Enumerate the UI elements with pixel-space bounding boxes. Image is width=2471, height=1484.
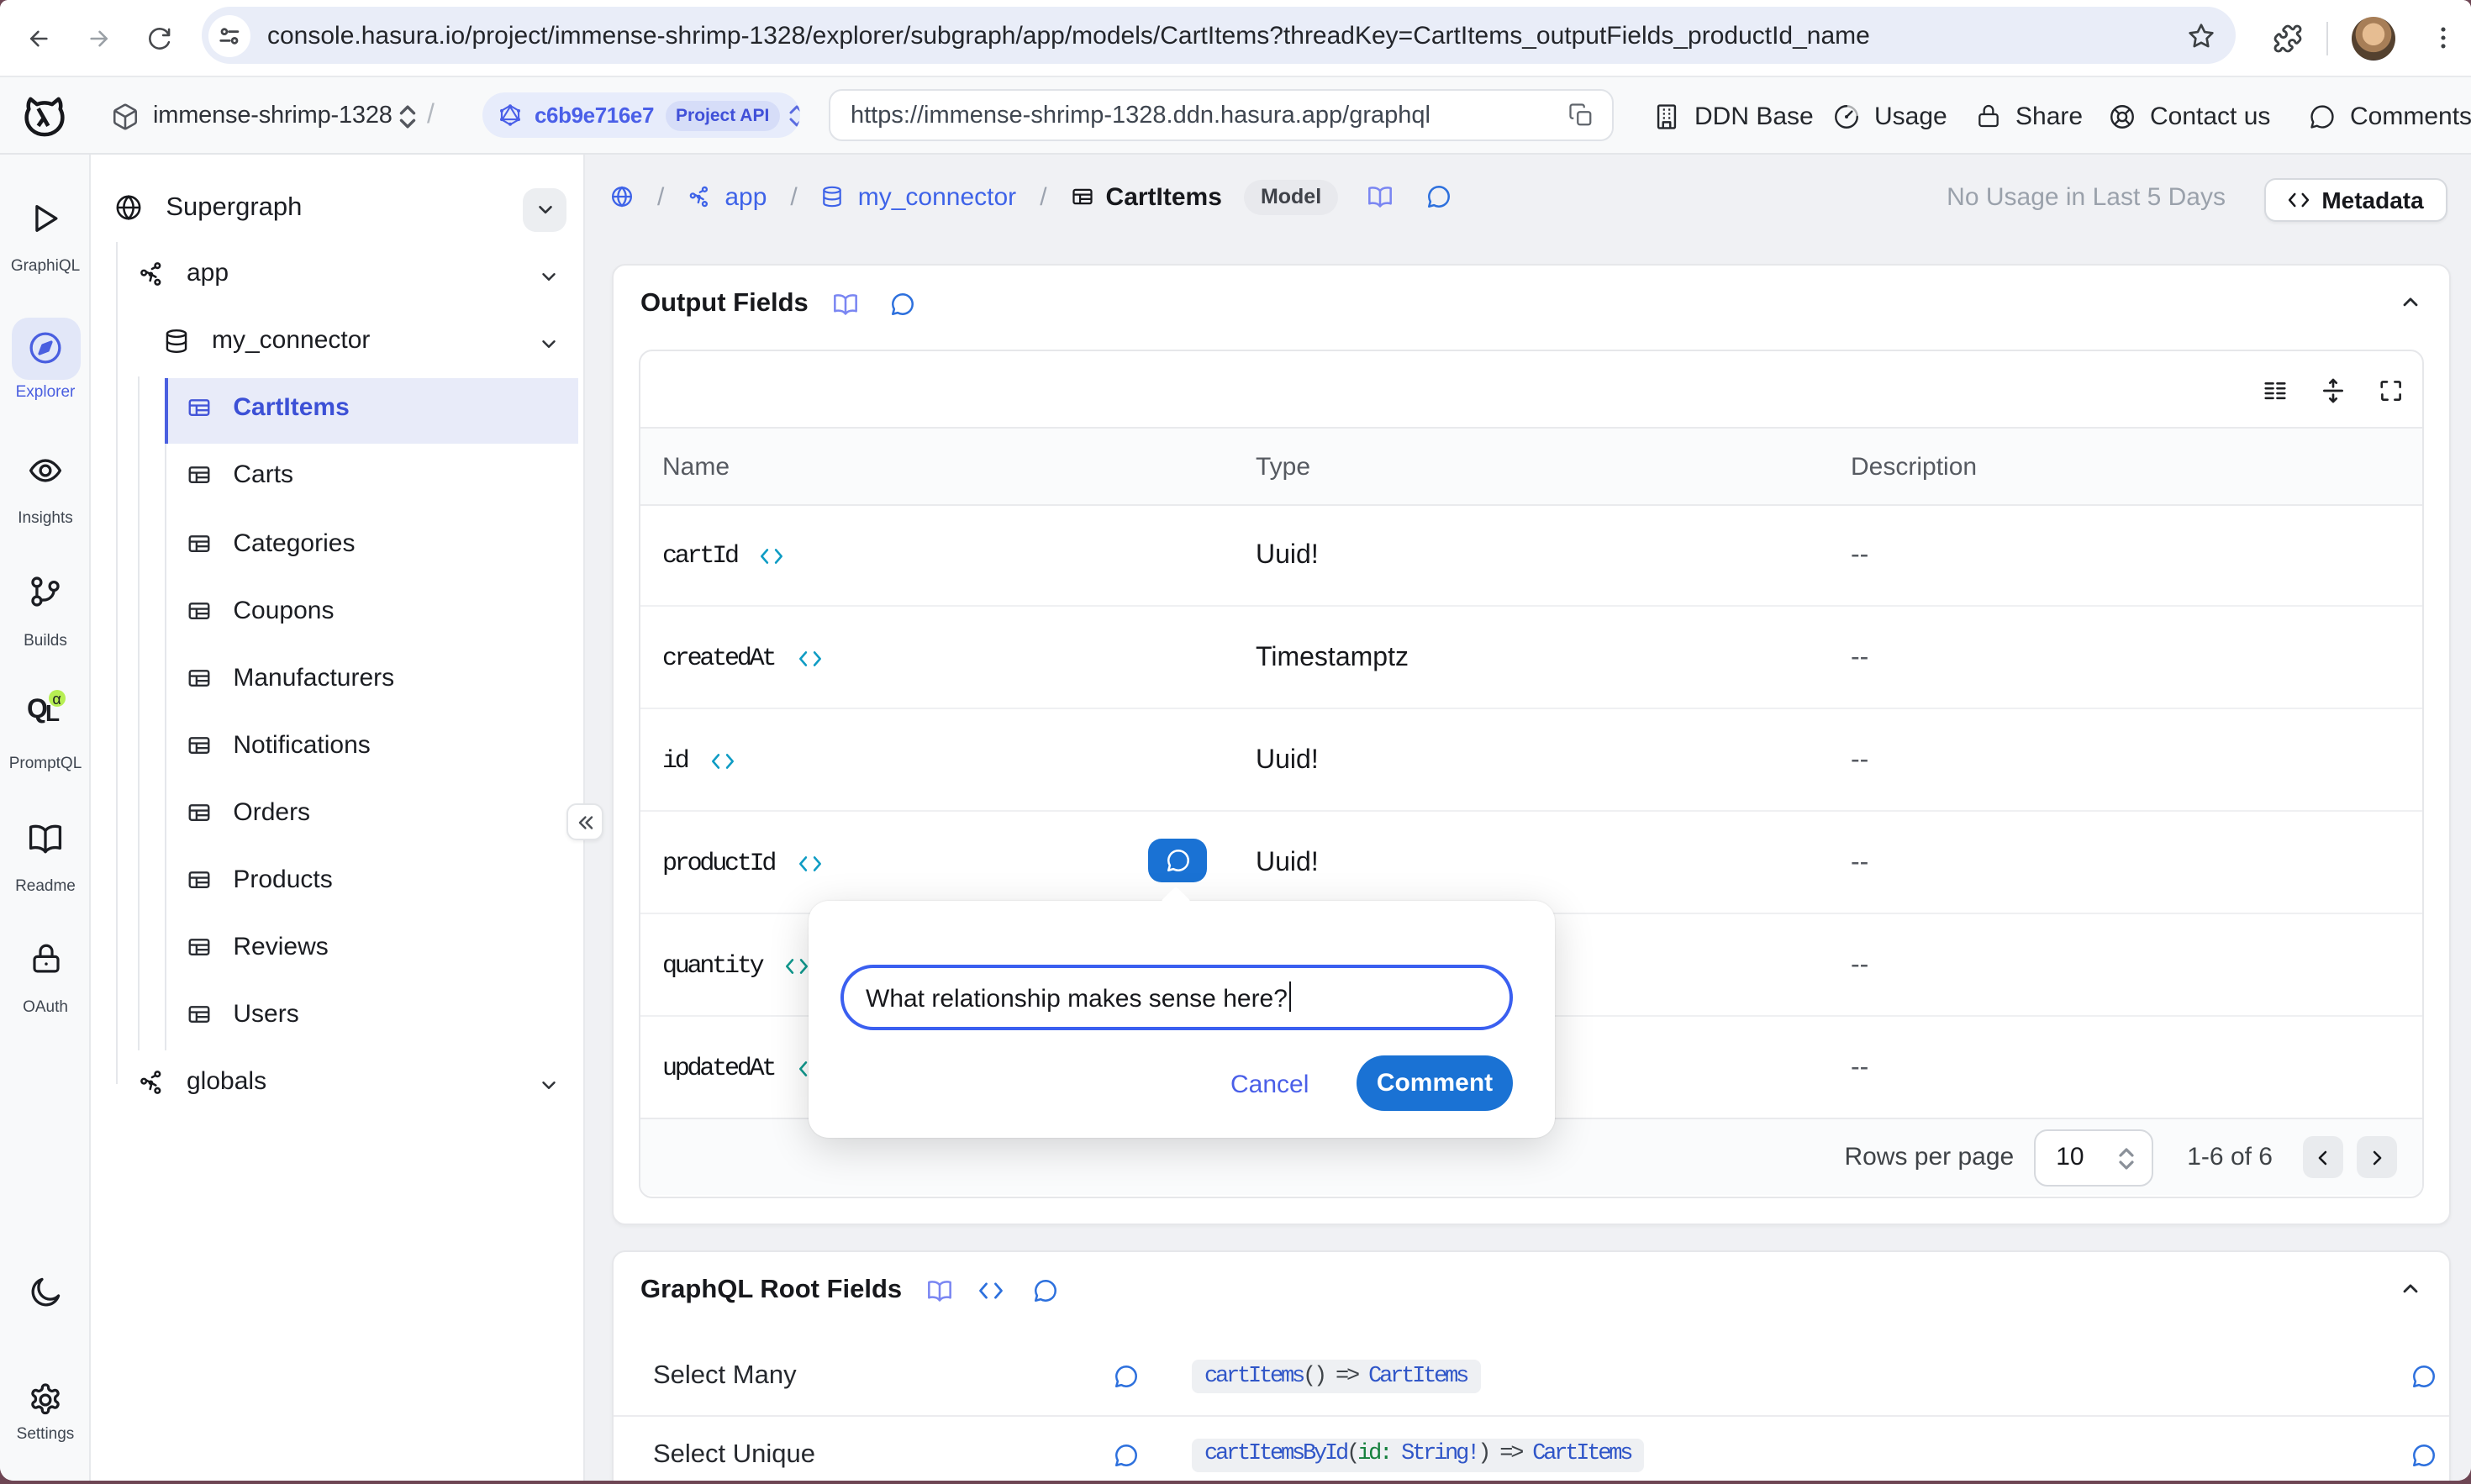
svg-text:α: α	[52, 691, 61, 708]
